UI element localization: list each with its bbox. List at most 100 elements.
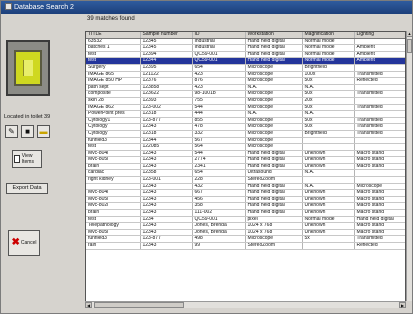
table-row[interactable]: Cytology 12343 478 Microscope 50x Transmitted (86, 123, 405, 131)
table-cell: QC59-001 (192, 51, 246, 59)
table-row[interactable]: rain 12343 99 StereoZoom Reflected (86, 242, 405, 250)
table-cell: Transmitted (354, 130, 405, 138)
table-cell: 12343 (140, 202, 193, 211)
scroll-left-icon[interactable]: ◀ (85, 302, 92, 308)
table-cell (354, 137, 405, 145)
table-row[interactable]: Mvc-805l 12343 456 Hand held digital Unknown… (86, 196, 405, 204)
vertical-scroll-thumb[interactable] (407, 39, 412, 53)
table-row[interactable]: cardiac 12358 654 Ultrasound N.A. (86, 169, 405, 178)
table-cell: 432 (192, 183, 246, 191)
export-data-button[interactable]: Export Data (6, 183, 48, 194)
scroll-right-icon[interactable]: ▶ (399, 302, 406, 308)
table-cell: 100x (302, 71, 355, 79)
edit-icon[interactable]: ✎ (5, 125, 18, 138)
table-cell: 544 (192, 104, 246, 112)
table-cell: Mvc-805l (86, 196, 141, 204)
table-cell: Ambient (354, 44, 405, 52)
table-cell: 12343 (140, 123, 193, 131)
preview-image-icon[interactable] (6, 40, 50, 96)
table-row[interactable]: IMAGE 862 123-002 544 Microscope 50x Transmit… (86, 104, 405, 112)
table-cell: 2341 (192, 163, 246, 171)
table-cell: 50x (302, 123, 355, 131)
table-cell (354, 143, 405, 151)
table-cell: Unknown (302, 202, 355, 211)
folder-icon[interactable]: ▬ (37, 125, 50, 138)
scroll-up-icon[interactable]: ▲ (407, 31, 412, 37)
slide-holder (14, 50, 42, 86)
table-cell: Hand held digital (245, 51, 303, 59)
table-row[interactable]: PowerPoint pres 12318 444 N.A. N.A. (86, 110, 405, 118)
table-cell: 98-1001b (192, 90, 246, 98)
table-cell: Industrial (192, 44, 246, 52)
table-cell (302, 143, 355, 151)
table-row[interactable]: Mvc-805l 12343 Jones, Brenda 1024 x 768 Unkn… (86, 229, 405, 237)
table-cell: Brightfield (302, 130, 355, 138)
table-cell: 63532 (86, 38, 141, 46)
table-row[interactable]: Mvc-804l 12343 667 Hand held digital Unknown… (86, 189, 405, 197)
table-cell: IMAGE 862 (86, 104, 141, 112)
table-row[interactable]: test 1234 QC59-001 pixel Normal mode Hand hel… (86, 216, 405, 224)
table-cell: 654 (192, 64, 246, 72)
table-row[interactable]: path sept 123858 423 N.A. N.A. (86, 84, 405, 92)
table-cell (354, 97, 405, 105)
table-cell: Macro stand (354, 222, 405, 230)
horizontal-scrollbar[interactable]: ◀ ▶ (85, 301, 406, 308)
table-cell: path sept (86, 84, 141, 92)
table-cell: Hand held digital (245, 44, 303, 52)
table-row[interactable]: skin 28 12393 755 Microscope 20x (86, 97, 405, 105)
table-cell: Microscope (245, 97, 303, 105)
table-row[interactable]: composite 123622 98-1001b Microscope 50x Tran… (86, 90, 405, 98)
stop-icon[interactable]: ■ (21, 125, 34, 138)
table-cell: Microscope (245, 64, 303, 72)
table-row[interactable]: Mvc-805l 12343 2774 Hand held digital Unknow… (86, 156, 405, 164)
table-row[interactable]: Mvc-804l 12343 544 Hand held digital Unknown… (86, 150, 405, 158)
table-cell: 12343 (140, 163, 193, 171)
table-row[interactable]: test 12394 QC59-001 Hand held digital Normal… (86, 51, 405, 59)
table-cell: Normal mode (302, 57, 355, 65)
table-cell: 12358 (140, 169, 193, 178)
table-row[interactable]: funfiled3 12344 567 Microscope (86, 137, 405, 145)
view-items-button[interactable]: View Items (12, 150, 42, 168)
horizontal-scroll-thumb[interactable] (94, 302, 184, 308)
table-row[interactable]: IMAGE 865 121122 423 Microscope 100x Transmit… (86, 71, 405, 79)
table-cell: Unknown (302, 222, 355, 230)
table-row[interactable]: 12343 432 Hand held digital N.A. Microscope (86, 183, 405, 191)
table-row[interactable]: test 12344 QC59-001 Hand held digital Normal… (86, 57, 405, 65)
table-cell: 99 (192, 242, 246, 250)
table-row[interactable]: Cytology1 123-877 855 Microscope 50x Transmit… (86, 117, 405, 125)
table-cell: 12344 (140, 57, 193, 65)
table-cell: Mvc-805l (86, 156, 141, 164)
table-cell: Microscope (245, 90, 303, 98)
table-cell: batches 1 (86, 44, 141, 52)
table-cell: Hand held digital (245, 156, 303, 164)
table-cell: Macro stand (354, 156, 405, 164)
table-row[interactable]: 63532 12345 Industrial Hand held digital Nor… (86, 38, 405, 46)
table-cell: 12343 (140, 222, 193, 230)
table-cell: Surgery (86, 64, 141, 72)
slide-slot (23, 60, 33, 76)
table-row[interactable]: brain 12343 2341 Hand held digital Unknown Ma… (86, 163, 405, 171)
table-row[interactable]: funfiled3 123-877 498 Microscope 5x Transmitt… (86, 235, 405, 243)
table-cell: QC59-001 (192, 57, 246, 65)
table-cell: Mvc-804l (86, 150, 141, 158)
vertical-scrollbar[interactable]: ▲ (406, 31, 412, 301)
cancel-button[interactable]: ✖ Cancel (8, 230, 40, 256)
table-row[interactable]: Cytology 12318 332 Microscope Brightfield Tra… (86, 130, 405, 138)
table-row[interactable]: Telepathology 12343 Jones, Brenda 1024 x 76… (86, 222, 405, 230)
table-row[interactable]: test 122085 564 Microscope (86, 143, 405, 151)
table-cell: Microscope (245, 130, 303, 138)
results-table[interactable]: TITLE Sample number ID Workstation Magnifica… (85, 31, 406, 308)
located-text: Located in toilet 39 (4, 114, 51, 120)
table-cell: 228 (192, 176, 246, 184)
table-cell: Microscope (245, 71, 303, 79)
cancel-x-icon: ✖ (11, 237, 20, 248)
table-row[interactable]: Mvc-802l 12343 358 Hand held digital Unknown… (86, 202, 405, 211)
table-row[interactable]: Surgery 12395 654 Microscope Brightfield (86, 64, 405, 72)
table-cell: Transmitted (354, 104, 405, 112)
table-row[interactable]: brain 12343 111-002 Hand held digital Unknow… (86, 209, 405, 217)
table-row[interactable]: IMAGE 850 HP 12376 876 Microscope 50x Reflect… (86, 77, 405, 85)
table-row[interactable]: batches 1 12345 Industrial Hand held digita… (86, 44, 405, 52)
table-cell: test (86, 143, 141, 151)
table-row[interactable]: right kidney 123-001 228 StereoZoom (86, 176, 405, 184)
table-cell: Normal mode (302, 44, 355, 52)
